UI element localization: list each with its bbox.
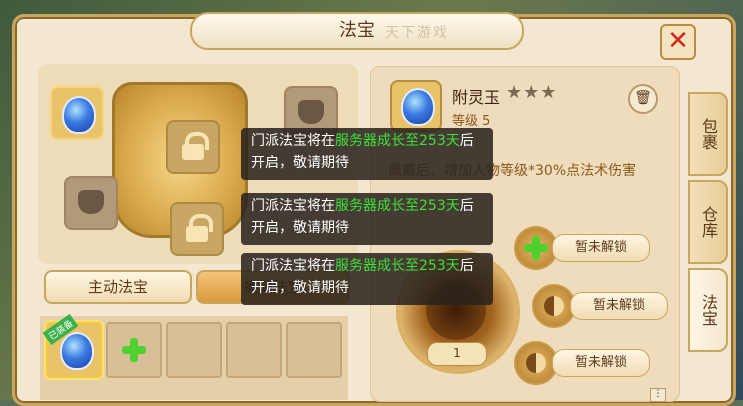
tooltip-message: 门派法宝将在服务器成长至253天后 开启，敬请期待 — [241, 128, 493, 180]
trash-button[interactable]: 🗑 — [628, 84, 658, 114]
side-tab-storage[interactable]: 仓库 — [688, 180, 728, 264]
side-tab-bag[interactable]: 包裹 — [688, 92, 728, 176]
lock-icon — [186, 214, 213, 242]
tooltip-highlight: 服务器成长至253天 — [335, 198, 460, 214]
close-x-icon: ✕ — [667, 26, 689, 56]
tab-active-fabao[interactable]: 主动法宝 — [44, 270, 192, 304]
tooltip-text: 门派法宝将在 — [251, 133, 335, 149]
trash-icon: 🗑 — [634, 90, 652, 106]
ring-button-label: 1 — [453, 346, 461, 360]
tooltip-message: 门派法宝将在服务器成长至253天后 开启，敬请期待 — [241, 193, 493, 245]
unlock-slot-2[interactable]: 暂未解锁 — [532, 284, 668, 328]
inventory-cell[interactable] — [226, 322, 282, 378]
blue-jade-gem-icon — [60, 332, 94, 370]
tooltip-message: 门派法宝将在服务器成长至253天后 开启，敬请期待 — [241, 253, 493, 305]
tooltip-text: 开启，敬请期待 — [251, 280, 349, 296]
fabao-slot-equipped[interactable] — [50, 86, 104, 140]
fabao-slot-locked[interactable] — [166, 120, 220, 174]
tooltip-text: 后 — [459, 198, 474, 214]
item-level: 等级 5 — [452, 114, 491, 129]
lock-icon — [182, 132, 209, 160]
item-name: 附灵玉 — [452, 88, 501, 107]
item-stars: ★★★ — [506, 82, 558, 103]
yin-yang-icon — [526, 353, 546, 373]
ring-button[interactable]: 1 — [427, 342, 487, 366]
side-tab-fabao[interactable]: 法宝 — [688, 268, 728, 352]
plus-icon — [122, 338, 146, 362]
tooltip-text: 后 — [459, 133, 474, 149]
fabao-slot-empty[interactable] — [64, 176, 118, 230]
blue-jade-gem-icon — [62, 96, 96, 134]
tooltip-text: 门派法宝将在 — [251, 198, 335, 214]
tooltip-highlight: 服务器成长至253天 — [335, 258, 460, 274]
blue-jade-gem-icon — [401, 88, 435, 126]
plus-icon — [524, 236, 548, 260]
unlock-slot-1[interactable]: 暂未解锁 — [514, 226, 650, 270]
unlock-label: 暂未解锁 — [552, 234, 650, 262]
unlock-label: 暂未解锁 — [570, 292, 668, 320]
tooltip-text: 门派法宝将在 — [251, 258, 335, 274]
tooltip-text: 开启，敬请期待 — [251, 155, 349, 171]
title-decoration: 天下游戏 — [385, 25, 449, 41]
item-icon-frame — [390, 80, 442, 132]
unlock-label: 暂未解锁 — [552, 349, 650, 377]
tooltip-highlight: 服务器成长至253天 — [335, 133, 460, 149]
inventory-cell[interactable] — [166, 322, 222, 378]
window-title: 法宝 — [190, 12, 524, 50]
tooltip-text: 后 — [459, 258, 474, 274]
inventory-cell[interactable] — [286, 322, 342, 378]
cauldron-icon — [298, 100, 324, 124]
fabao-slot-locked[interactable] — [170, 202, 224, 256]
yin-yang-icon — [544, 296, 564, 316]
inventory-cell[interactable]: 已装备 — [42, 313, 102, 378]
unlock-slot-3[interactable]: 暂未解锁 — [514, 341, 650, 385]
inventory-cell-add[interactable] — [106, 322, 162, 378]
tooltip-text: 开启，敬请期待 — [251, 220, 349, 236]
cauldron-icon — [78, 190, 104, 214]
close-button[interactable]: ✕ — [660, 24, 696, 60]
